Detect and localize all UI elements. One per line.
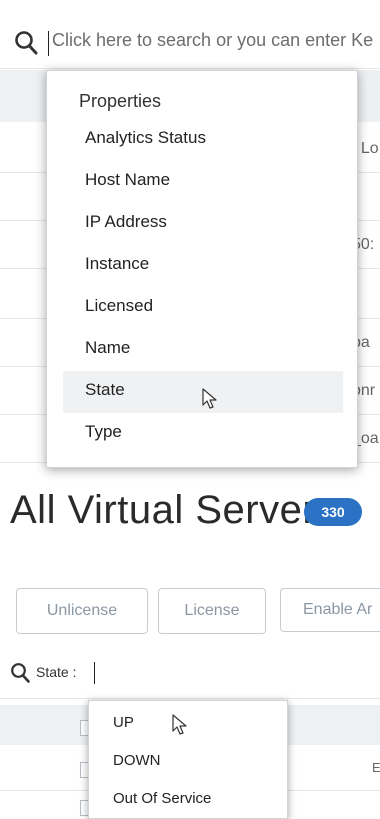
mouse-pointer-icon — [202, 388, 217, 409]
unlicense-button[interactable]: Unlicense — [16, 588, 148, 634]
state-option-label: UP — [113, 714, 134, 731]
state-option-down[interactable]: DOWN — [89, 743, 287, 779]
state-option-up[interactable]: UP — [89, 705, 287, 741]
count-badge: 330 — [304, 498, 362, 526]
property-item-licensed[interactable]: Licensed — [47, 287, 357, 329]
property-label: Name — [85, 338, 131, 357]
state-option-label: DOWN — [113, 752, 161, 769]
text-cursor — [48, 31, 49, 56]
property-item-name[interactable]: Name — [47, 329, 357, 371]
filter-query[interactable]: State : — [36, 664, 76, 680]
mouse-pointer-icon — [172, 714, 187, 735]
search-icon — [11, 663, 30, 683]
search-input[interactable]: Click here to search or you can enter Ke — [52, 30, 373, 51]
property-label: IP Address — [85, 212, 167, 231]
state-values-dropdown: UP DOWN Out Of Service — [88, 700, 288, 819]
property-label: Analytics Status — [85, 128, 206, 147]
state-option-label: Out Of Service — [113, 790, 212, 807]
property-label: State — [85, 380, 125, 399]
property-item-instance[interactable]: Instance — [47, 245, 357, 287]
property-item-ip-address[interactable]: IP Address — [47, 203, 357, 245]
search-icon — [15, 31, 38, 55]
state-option-out-of-service[interactable]: Out Of Service — [89, 781, 287, 817]
property-item-type[interactable]: Type — [47, 413, 357, 455]
text-cursor — [94, 662, 95, 684]
property-label: Licensed — [85, 296, 154, 315]
table-cell-fragment: E — [372, 760, 380, 775]
filter-search-bar[interactable]: State : — [0, 650, 380, 699]
page-title: All Virtual Servers — [10, 488, 337, 532]
property-item-host-name[interactable]: Host Name — [47, 161, 357, 203]
search-bar[interactable]: Click here to search or you can enter Ke — [0, 20, 380, 69]
license-button[interactable]: License — [158, 588, 266, 634]
enable-analytics-button[interactable]: Enable Ar — [280, 588, 380, 632]
property-label: Type — [85, 422, 122, 441]
property-label: Instance — [85, 254, 150, 273]
property-item-analytics-status[interactable]: Analytics Status — [47, 119, 357, 161]
property-label: Host Name — [85, 170, 171, 189]
properties-title: Properties — [79, 91, 162, 111]
